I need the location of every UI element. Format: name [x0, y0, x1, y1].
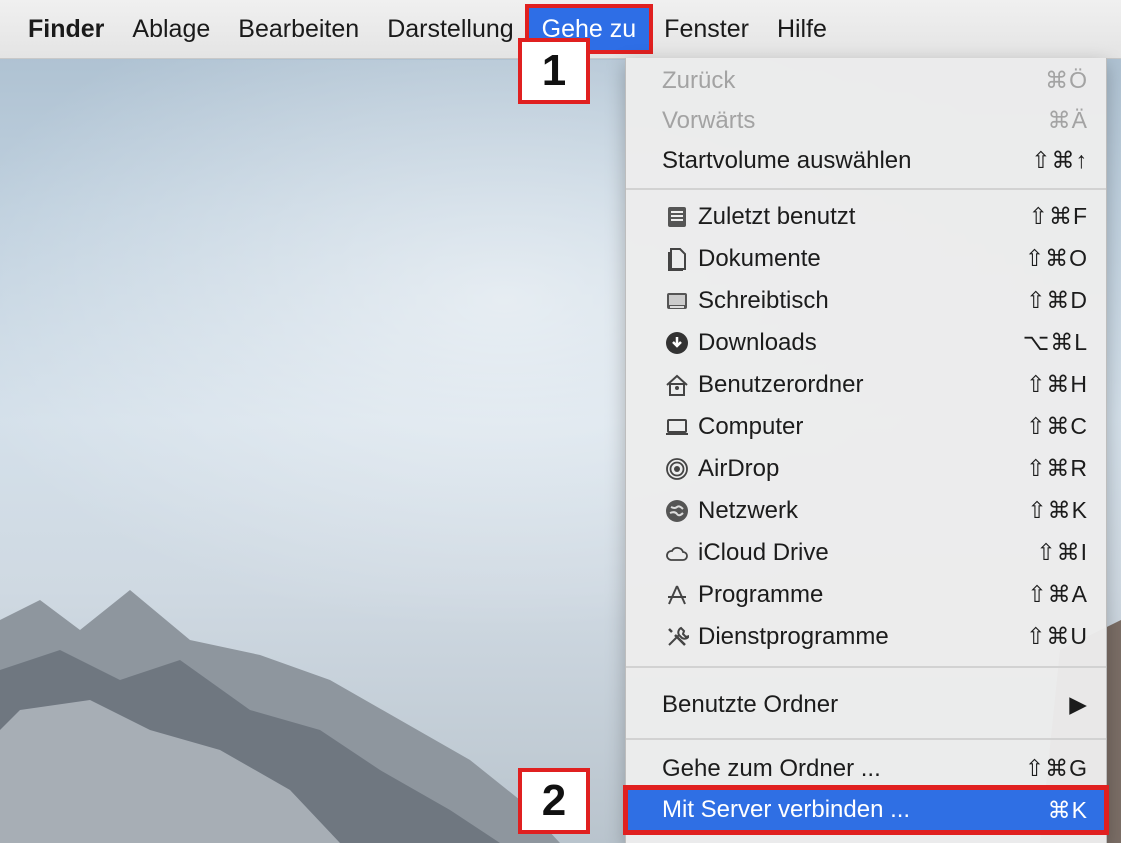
menubar-item-bearbeiten[interactable]: Bearbeiten: [224, 7, 373, 51]
network-icon: [662, 496, 692, 526]
menu-item-label: Zuletzt benutzt: [698, 202, 856, 230]
menu-item-label: Netzwerk: [698, 496, 799, 524]
downloads-icon: [662, 328, 692, 358]
menu-item-label: Gehe zum Ordner ...: [662, 754, 881, 782]
menu-item-label: Schreibtisch: [698, 286, 829, 314]
menu-item-label: Benutzte Ordner: [662, 690, 839, 718]
menu-item-label: Zurück: [662, 66, 736, 94]
menu-item-home[interactable]: Benutzerordner ⇧⌘H: [626, 364, 1106, 405]
menubar-app-finder[interactable]: Finder: [0, 7, 118, 51]
step-callout-2: 2: [518, 768, 590, 834]
menu-item-applications[interactable]: Programme ⇧⌘A: [626, 574, 1106, 615]
applications-icon: [662, 580, 692, 610]
utilities-icon: [662, 622, 692, 652]
menu-item-startup-volume[interactable]: Startvolume auswählen ⇧⌘↑: [626, 140, 1106, 181]
menu-item-shortcut: ⇧⌘K: [1027, 497, 1088, 523]
menu-item-forward[interactable]: Vorwärts ⌘Ä: [626, 100, 1106, 141]
menu-item-downloads[interactable]: Downloads ⌥⌘L: [626, 322, 1106, 363]
menu-item-label: iCloud Drive: [698, 538, 829, 566]
menubar-item-fenster[interactable]: Fenster: [650, 7, 763, 51]
menu-item-label: Computer: [698, 412, 804, 440]
menu-item-shortcut: ⇧⌘D: [1026, 287, 1088, 313]
menu-item-shortcut: ⌘Ä: [1047, 107, 1088, 133]
menu-item-label: Benutzerordner: [698, 370, 864, 398]
menu-item-shortcut: ⇧⌘A: [1027, 581, 1088, 607]
desktop-icon: [662, 286, 692, 316]
menu-item-connect-to-server[interactable]: Mit Server verbinden ... ⌘K: [623, 785, 1109, 835]
menu-item-recent-folders[interactable]: Benutzte Ordner ▶: [626, 684, 1106, 725]
menubar-item-ablage[interactable]: Ablage: [118, 7, 224, 51]
menu-item-icloud[interactable]: iCloud Drive ⇧⌘I: [626, 532, 1106, 573]
menu-separator: [626, 188, 1106, 190]
menu-item-shortcut: ⇧⌘F: [1028, 203, 1088, 229]
icloud-icon: [662, 538, 692, 568]
recents-icon: [662, 202, 692, 232]
menu-item-shortcut: ⇧⌘U: [1026, 623, 1088, 649]
menu-item-shortcut: ⌘Ö: [1045, 67, 1088, 93]
menu-item-computer[interactable]: Computer ⇧⌘C: [626, 406, 1106, 447]
menu-item-shortcut: ⇧⌘C: [1026, 413, 1088, 439]
menu-item-back[interactable]: Zurück ⌘Ö: [626, 60, 1106, 101]
go-menu-dropdown: Zurück ⌘Ö Vorwärts ⌘Ä Startvolume auswäh…: [623, 58, 1109, 843]
menu-item-shortcut: ⌘K: [1047, 796, 1088, 823]
menu-item-label: Programme: [698, 580, 824, 608]
menu-separator: [626, 738, 1106, 740]
menu-separator: [626, 666, 1106, 668]
menubar-item-hilfe[interactable]: Hilfe: [763, 7, 841, 51]
menu-item-go-to-folder[interactable]: Gehe zum Ordner ... ⇧⌘G: [626, 748, 1106, 789]
airdrop-icon: [662, 454, 692, 484]
menu-item-label: Startvolume auswählen: [662, 146, 912, 174]
menubar-item-darstellung[interactable]: Darstellung: [373, 7, 527, 51]
menu-item-shortcut: ⇧⌘↑: [1031, 147, 1088, 173]
step-callout-1: 1: [518, 38, 590, 104]
menu-item-shortcut: ⇧⌘H: [1026, 371, 1088, 397]
menu-item-label: Vorwärts: [662, 106, 756, 134]
menu-item-label: Mit Server verbinden ...: [662, 796, 911, 823]
menu-item-shortcut: ⇧⌘I: [1036, 539, 1088, 565]
documents-icon: [662, 244, 692, 274]
menu-item-shortcut: ⇧⌘G: [1024, 755, 1088, 781]
menu-item-shortcut: ⌥⌘L: [1022, 329, 1088, 355]
menu-item-network[interactable]: Netzwerk ⇧⌘K: [626, 490, 1106, 531]
menu-item-shortcut: ⇧⌘O: [1024, 245, 1088, 271]
menu-item-label: AirDrop: [698, 454, 780, 482]
submenu-arrow-icon: ▶: [1069, 691, 1088, 717]
menu-item-airdrop[interactable]: AirDrop ⇧⌘R: [626, 448, 1106, 489]
menu-item-utilities[interactable]: Dienstprogramme ⇧⌘U: [626, 616, 1106, 657]
home-icon: [662, 370, 692, 400]
menu-item-recents[interactable]: Zuletzt benutzt ⇧⌘F: [626, 196, 1106, 237]
menu-item-documents[interactable]: Dokumente ⇧⌘O: [626, 238, 1106, 279]
computer-icon: [662, 412, 692, 442]
menu-item-label: Downloads: [698, 328, 817, 356]
menu-item-shortcut: ⇧⌘R: [1026, 455, 1088, 481]
menu-item-desktop[interactable]: Schreibtisch ⇧⌘D: [626, 280, 1106, 321]
menu-item-label: Dienstprogramme: [698, 622, 889, 650]
menu-item-label: Dokumente: [698, 244, 821, 272]
